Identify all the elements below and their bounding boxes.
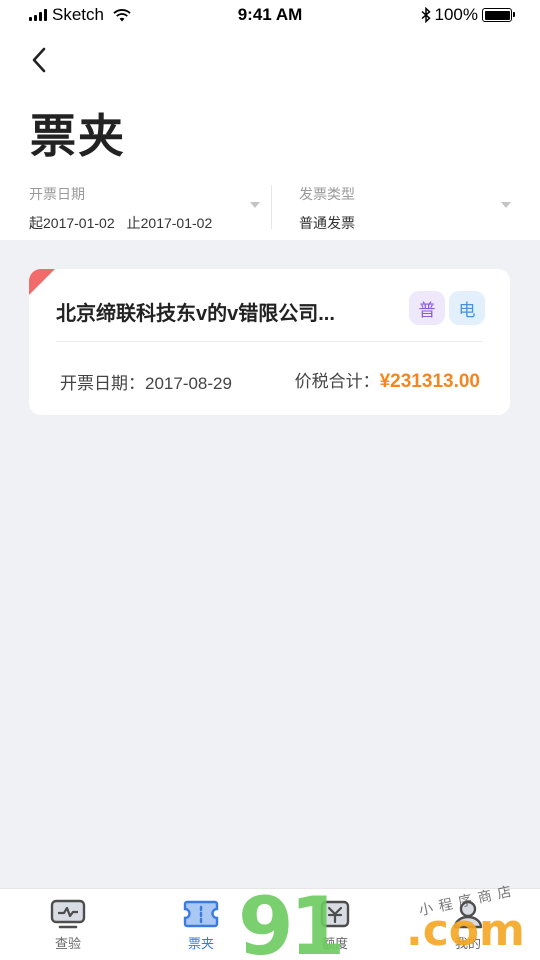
caret-down-icon xyxy=(250,202,260,208)
tag-electronic: 电 xyxy=(449,291,485,325)
status-bar: Sketch 9:41 AM 100% xyxy=(0,0,540,32)
battery-icon xyxy=(482,8,515,22)
status-right: 100% xyxy=(421,5,515,25)
battery-percent: 100% xyxy=(434,5,478,24)
tab-ticket-label: 票夹 xyxy=(187,936,214,951)
tab-ticket[interactable]: 票夹 xyxy=(161,899,241,952)
invoice-date: 2017-08-29 xyxy=(145,374,232,393)
type-filter[interactable]: 发票类型 普通发票 xyxy=(270,180,540,232)
date-start: 起2017-01-02 xyxy=(29,215,115,231)
ticket-icon xyxy=(183,900,219,928)
inspect-icon xyxy=(50,899,86,929)
invoice-list: 北京缔联科技东v的v错限公司... 普 电 开票日期：2017-08-29 价税… xyxy=(0,240,540,888)
type-filter-value: 普通发票 xyxy=(299,215,355,231)
invoice-card[interactable]: 北京缔联科技东v的v错限公司... 普 电 开票日期：2017-08-29 价税… xyxy=(29,269,510,415)
type-filter-label: 发票类型 xyxy=(299,186,355,202)
date-filter[interactable]: 开票日期 起2017-01-02 止2017-01-02 xyxy=(0,180,270,232)
company-name: 北京缔联科技东v的v错限公司... xyxy=(56,303,335,325)
card-divider xyxy=(56,341,483,342)
page-title: 票夹 xyxy=(30,110,126,162)
date-filter-label: 开票日期 xyxy=(29,186,85,202)
invoice-date-label: 开票日期： xyxy=(60,374,145,393)
corner-flag xyxy=(29,269,55,295)
back-button[interactable] xyxy=(24,44,54,76)
date-end: 止2017-01-02 xyxy=(126,215,213,231)
invoice-total-row: 价税合计： ¥231313.00 xyxy=(295,367,480,393)
date-filter-value: 起2017-01-02 止2017-01-02 xyxy=(29,213,270,233)
tag-general: 普 xyxy=(409,291,445,325)
invoice-total-label: 价税合计： xyxy=(294,372,380,391)
bluetooth-icon xyxy=(421,7,431,23)
watermark-digits: 91 xyxy=(238,880,345,960)
invoice-total: ¥231313.00 xyxy=(379,371,480,392)
chevron-left-icon xyxy=(32,47,46,73)
tab-inspect[interactable]: 查验 xyxy=(28,899,108,952)
invoice-date-row: 开票日期：2017-08-29 xyxy=(60,369,232,394)
caret-down-icon xyxy=(501,202,511,208)
tab-inspect-label: 查验 xyxy=(54,936,81,951)
filter-bar: 开票日期 起2017-01-02 止2017-01-02 发票类型 普通发票 xyxy=(0,180,540,240)
